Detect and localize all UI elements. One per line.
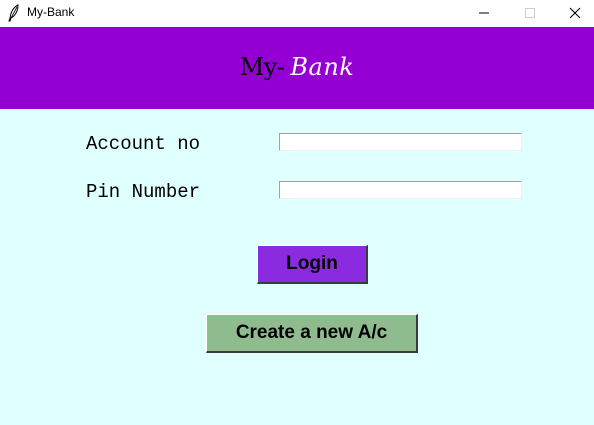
minimize-button[interactable]: [461, 0, 507, 27]
bank-title: My- Bank: [0, 52, 594, 83]
feather-icon: [8, 4, 20, 22]
create-account-button[interactable]: Create a new A/c: [206, 314, 418, 353]
minimize-icon: [479, 12, 489, 14]
title-bar[interactable]: My-Bank: [0, 0, 594, 27]
bank-title-prefix: My-: [239, 53, 285, 81]
header-banner: My- Bank: [0, 27, 594, 109]
pin-number-label: Pin Number: [86, 181, 201, 203]
maximize-button[interactable]: [507, 0, 553, 27]
login-button[interactable]: Login: [257, 245, 368, 284]
maximize-icon: [525, 8, 535, 18]
account-number-input[interactable]: [279, 133, 522, 151]
pin-number-input[interactable]: [279, 181, 522, 199]
window-title: My-Bank: [27, 5, 75, 19]
close-icon: [569, 7, 581, 19]
account-number-label: Account no: [86, 133, 201, 155]
bank-title-name: Bank: [290, 53, 355, 81]
close-button[interactable]: [552, 0, 594, 27]
app-window: My-Bank My- Bank Account no Pin Number L…: [0, 0, 594, 425]
